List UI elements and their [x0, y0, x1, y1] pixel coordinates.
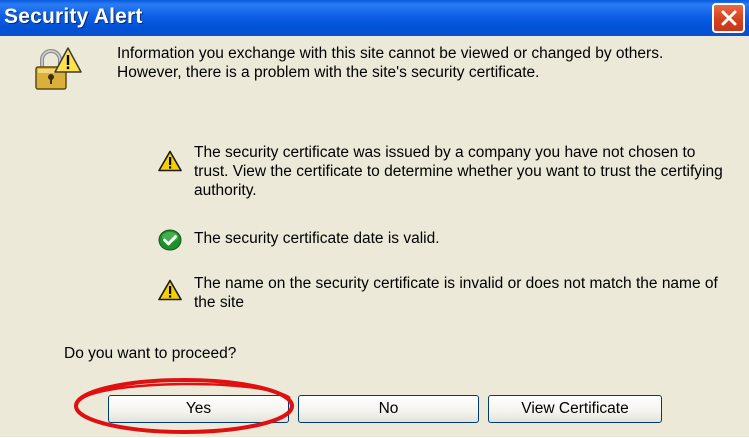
close-icon	[721, 10, 737, 26]
no-button[interactable]: No	[298, 395, 479, 423]
close-button[interactable]	[712, 3, 745, 33]
view-certificate-button[interactable]: View Certificate	[488, 395, 662, 423]
certificate-date-valid: The security certificate date is valid.	[194, 230, 440, 247]
security-alert-dialog: Security Alert Information you exchange …	[0, 0, 749, 437]
yes-button[interactable]: Yes	[108, 395, 289, 423]
lock-warning-icon	[35, 47, 82, 90]
warning-icon	[158, 150, 182, 172]
check-icon	[158, 229, 182, 251]
warning-icon	[158, 279, 182, 301]
certificate-name-warning: The name on the security certificate is …	[194, 275, 718, 311]
title-bar[interactable]: Security Alert	[0, 0, 749, 36]
proceed-prompt: Do you want to proceed?	[64, 345, 237, 362]
intro-message: Information you exchange with this site …	[117, 45, 664, 81]
window-title: Security Alert	[4, 5, 143, 28]
certificate-trust-warning: The security certificate was issued by a…	[194, 144, 723, 199]
